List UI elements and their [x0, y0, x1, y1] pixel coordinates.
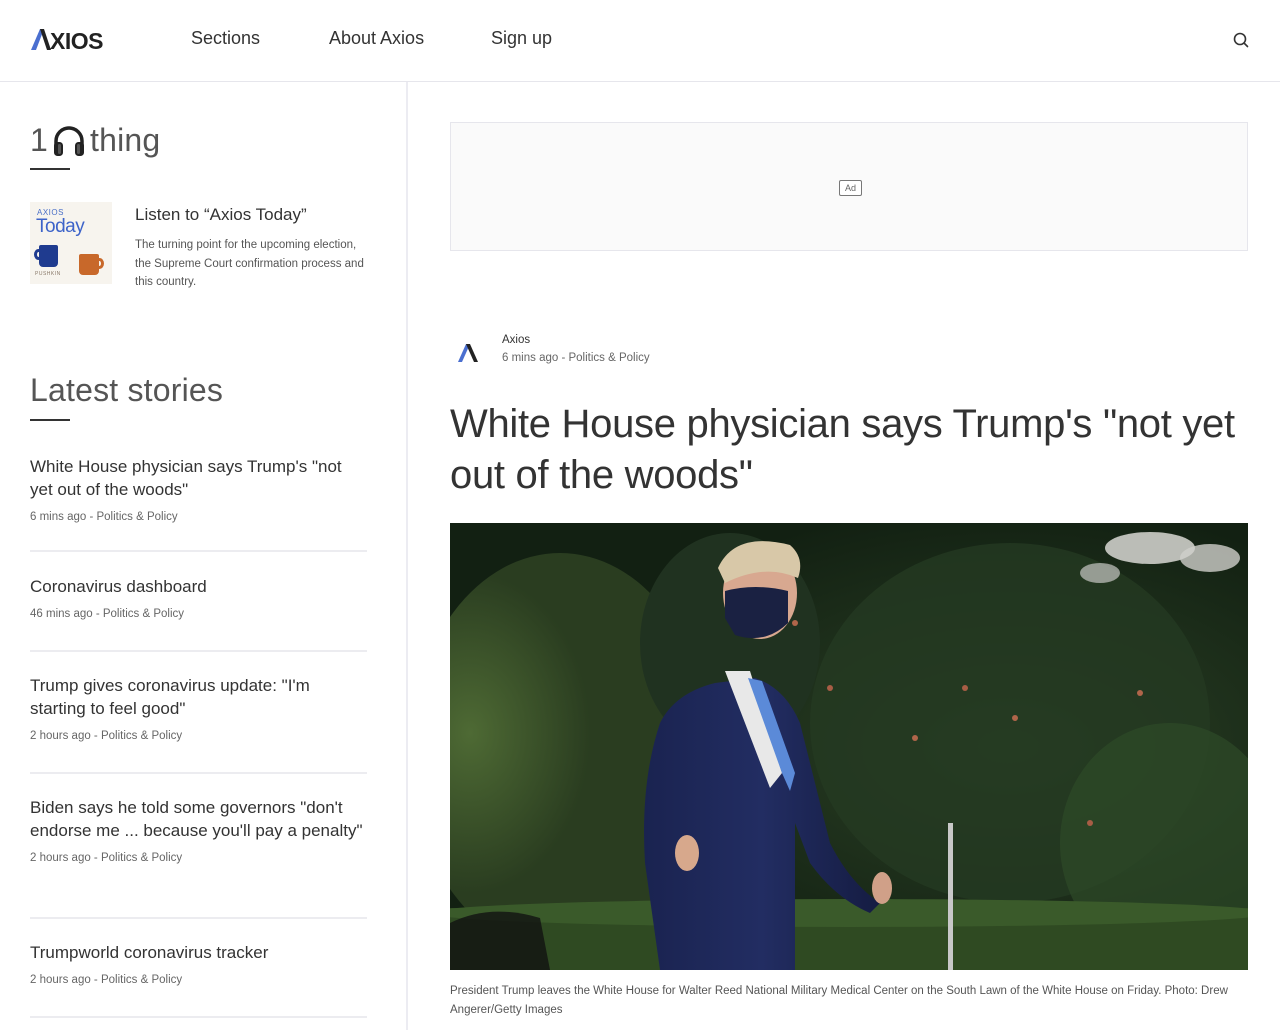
podcast-promo[interactable]: AXIOS Today PUSHKIN Listen to “Axios Tod…	[30, 202, 370, 302]
photo-caption: President Trump leaves the White House f…	[450, 985, 1228, 1016]
svg-text:XIOS: XIOS	[50, 28, 103, 52]
article-headline: White House physician says Trump's "not …	[450, 402, 1235, 497]
blue-mug	[39, 245, 58, 267]
story-item[interactable]: White House physician says Trump's "not …	[30, 452, 367, 552]
article-meta: 6 mins ago - Politics & Policy	[502, 352, 650, 364]
nav-sign-up[interactable]: Sign up	[491, 28, 552, 49]
axios-logo-icon: XIOS	[31, 28, 104, 52]
nav-about-axios[interactable]: About Axios	[329, 28, 424, 49]
article-author[interactable]: Axios	[502, 334, 530, 346]
podcast-title[interactable]: Listen to “Axios Today”	[135, 205, 307, 225]
story-item[interactable]: Trumpworld coronavirus tracker 2 hours a…	[30, 919, 367, 1018]
headphones-icon	[54, 125, 84, 156]
axios-logo[interactable]: XIOS	[31, 27, 111, 53]
heading-underline	[30, 419, 70, 421]
story-item[interactable]: Biden says he told some governors "don't…	[30, 774, 367, 919]
one-thing-number: 1	[30, 122, 48, 158]
article-photo	[450, 523, 1248, 970]
story-meta: 46 mins ago - Politics & Policy	[30, 608, 185, 620]
story-title[interactable]: Coronavirus dashboard	[30, 575, 367, 598]
one-thing-word: thing	[90, 122, 161, 158]
podcast-art-publisher: PUSHKIN	[35, 271, 61, 277]
ad-badge: Ad	[839, 180, 862, 196]
search-button[interactable]	[1231, 30, 1251, 50]
podcast-description: The turning point for the upcoming elect…	[135, 239, 364, 288]
ad-slot[interactable]: Ad	[450, 122, 1248, 251]
story-meta: 2 hours ago - Politics & Policy	[30, 730, 183, 742]
story-item[interactable]: Coronavirus dashboard 46 mins ago - Poli…	[30, 552, 367, 652]
story-meta: 2 hours ago - Politics & Policy	[30, 974, 183, 986]
search-icon	[1233, 32, 1249, 48]
orange-mug	[79, 254, 99, 275]
story-title[interactable]: Trumpworld coronavirus tracker	[30, 941, 367, 964]
axios-author-avatar-icon	[458, 344, 478, 362]
story-title[interactable]: Trump gives coronavirus update: "I'm sta…	[30, 674, 367, 720]
site-header: XIOS Sections About Axios Sign up	[0, 0, 1280, 82]
podcast-artwork: AXIOS Today PUSHKIN	[30, 202, 112, 284]
heading-underline	[30, 168, 70, 170]
latest-stories-heading: Latest stories	[30, 372, 224, 408]
podcast-art-title: Today	[36, 216, 85, 237]
story-title[interactable]: White House physician says Trump's "not …	[30, 455, 367, 501]
one-thing-heading: 1 thing	[30, 122, 160, 159]
story-title[interactable]: Biden says he told some governors "don't…	[30, 796, 367, 842]
article-photo-image	[450, 523, 1248, 970]
sidebar: 1 thing AXIOS Today PUSHKIN Listen to “A…	[0, 82, 408, 1030]
story-item[interactable]: Trump gives coronavirus update: "I'm sta…	[30, 652, 367, 774]
latest-stories-list: White House physician says Trump's "not …	[30, 452, 367, 1018]
story-meta: 2 hours ago - Politics & Policy	[30, 852, 183, 864]
story-meta: 6 mins ago - Politics & Policy	[30, 511, 178, 523]
nav-sections[interactable]: Sections	[191, 28, 260, 49]
